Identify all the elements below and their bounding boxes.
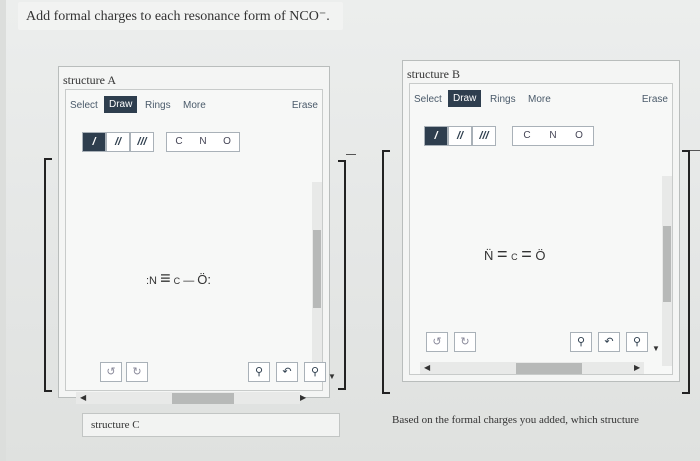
atom-n: N̈ [484, 248, 494, 263]
single-bond-button[interactable]: / [424, 126, 448, 146]
editor-tabs: Select Draw Rings More Erase [410, 90, 672, 112]
structure-b-left-bracket [382, 150, 390, 394]
double-bond-2: = [521, 244, 532, 264]
undo-icon[interactable]: ↺ [100, 362, 122, 382]
tab-draw[interactable]: Draw [448, 90, 482, 107]
erase-button[interactable]: Erase [642, 94, 668, 105]
zoom-out-icon[interactable]: ⚲ [626, 332, 648, 352]
redo-icon[interactable]: ↻ [454, 332, 476, 352]
erase-button[interactable]: Erase [292, 100, 318, 111]
atom-o-button[interactable]: O [567, 127, 591, 145]
structure-b-right-bracket [682, 150, 690, 394]
vertical-scrollbar[interactable] [312, 182, 322, 382]
single-bond: — [183, 275, 195, 287]
structure-b-molecule[interactable]: N̈ = C = Ö [484, 244, 546, 265]
single-bond-button[interactable]: / [82, 132, 106, 152]
scroll-thumb-h[interactable] [172, 393, 234, 404]
caret-down-icon[interactable]: ▼ [652, 344, 660, 353]
redo-icon[interactable]: ↻ [126, 362, 148, 382]
scroll-thumb[interactable] [663, 226, 671, 302]
structure-b-editor: Select Draw Rings More Erase / // /// C … [409, 83, 673, 375]
triple-bond: ≡ [160, 268, 171, 288]
structure-a-charge-mark [346, 154, 356, 155]
double-bond-button[interactable]: // [448, 126, 472, 146]
structure-b-charge-mark [690, 150, 700, 151]
tab-more[interactable]: More [183, 100, 206, 111]
arrow-right-icon[interactable]: ▶ [634, 363, 640, 372]
structure-a-title: structure A [63, 73, 116, 87]
arrow-left-icon[interactable]: ◀ [80, 393, 86, 402]
reset-zoom-icon[interactable]: ↶ [276, 362, 298, 382]
structure-a-molecule[interactable]: :N ≡ C — Ö: [146, 268, 211, 289]
editor-tabs: Select Draw Rings More Erase [66, 96, 322, 118]
triple-bond-button[interactable]: /// [472, 126, 496, 146]
zoom-in-icon[interactable]: ⚲ [248, 362, 270, 382]
atom-c-button[interactable]: C [167, 133, 191, 151]
atom-n: :N [146, 275, 157, 287]
atom-n-button[interactable]: N [191, 133, 215, 151]
scroll-thumb-h[interactable] [516, 363, 582, 374]
structure-a-panel: structure A Select Draw Rings More Erase… [58, 66, 336, 404]
triple-bond-button[interactable]: /// [130, 132, 154, 152]
atom-buttons: C N O [166, 132, 240, 152]
atom-n-button[interactable]: N [541, 127, 565, 145]
atom-buttons: C N O [512, 126, 594, 146]
structure-a-left-bracket [44, 158, 52, 392]
tab-draw[interactable]: Draw [104, 96, 138, 113]
bottom-toolbar: ↺ ↻ ⚲ ↶ ⚲ ▼ [100, 362, 336, 384]
structure-b-panel: structure B Select Draw Rings More Erase… [402, 60, 680, 382]
structure-c-panel: structure C [82, 413, 340, 437]
tab-select[interactable]: Select [70, 100, 98, 111]
horizontal-scrollbar[interactable]: ◀ ▶ [420, 362, 644, 374]
atom-o: Ö: [197, 272, 211, 287]
followup-question: Based on the formal charges you added, w… [392, 414, 639, 426]
structure-c-title: structure C [91, 419, 140, 431]
question-text: Add formal charges to each resonance for… [26, 9, 330, 24]
tab-rings[interactable]: Rings [490, 94, 516, 105]
arrow-left-icon[interactable]: ◀ [424, 363, 430, 372]
zoom-out-icon[interactable]: ⚲ [304, 362, 326, 382]
zoom-in-icon[interactable]: ⚲ [570, 332, 592, 352]
scroll-thumb[interactable] [313, 230, 321, 308]
horizontal-scrollbar[interactable]: ◀ ▶ [76, 392, 306, 404]
arrow-right-icon[interactable]: ▶ [300, 393, 306, 402]
atom-c: C [173, 276, 181, 286]
atom-o-button[interactable]: O [215, 133, 239, 151]
tab-more[interactable]: More [528, 94, 551, 105]
bottom-toolbar: ↺ ↻ ⚲ ↶ ⚲ ▼ [426, 332, 666, 354]
structure-b-title: structure B [407, 67, 460, 81]
atom-c-button[interactable]: C [515, 127, 539, 145]
structure-a-right-bracket [338, 160, 346, 390]
atom-o: Ö [535, 248, 546, 263]
reset-zoom-icon[interactable]: ↶ [598, 332, 620, 352]
undo-icon[interactable]: ↺ [426, 332, 448, 352]
structure-a-editor: Select Draw Rings More Erase / // /// C … [65, 89, 336, 404]
double-bond-1: = [497, 244, 508, 264]
question-box: Add formal charges to each resonance for… [18, 2, 343, 30]
page: Add formal charges to each resonance for… [6, 0, 700, 461]
caret-down-icon[interactable]: ▼ [328, 372, 336, 381]
atom-c: C [511, 252, 518, 262]
tab-rings[interactable]: Rings [145, 100, 171, 111]
double-bond-button[interactable]: // [106, 132, 130, 152]
tab-select[interactable]: Select [414, 94, 442, 105]
